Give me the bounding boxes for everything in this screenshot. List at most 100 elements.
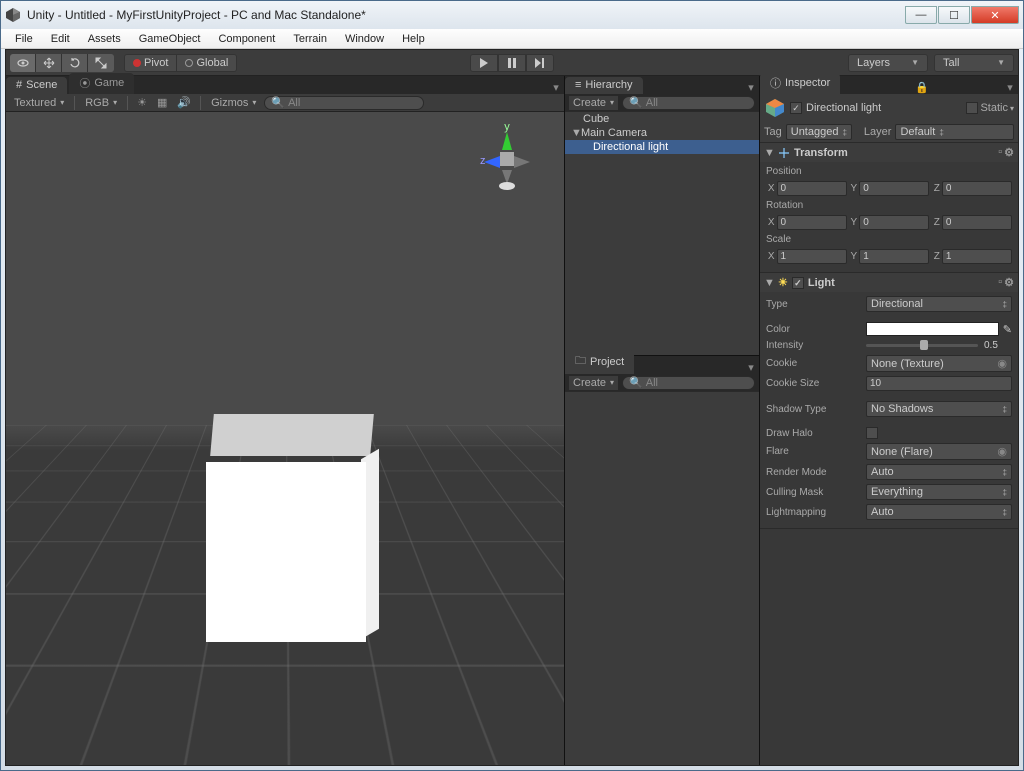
panel-menu-button[interactable]: ▾ bbox=[743, 361, 759, 374]
position-x-input[interactable] bbox=[777, 181, 847, 196]
layout-label: Tall bbox=[943, 57, 960, 69]
maximize-button[interactable]: ☐ bbox=[938, 6, 970, 24]
flare-field[interactable]: None (Flare)◉ bbox=[866, 443, 1012, 460]
move-tool[interactable] bbox=[36, 54, 62, 72]
foldout-icon[interactable]: ▼ bbox=[764, 277, 774, 289]
menu-terrain[interactable]: Terrain bbox=[285, 31, 335, 47]
panel-menu-button[interactable]: ▾ bbox=[743, 81, 759, 94]
pivot-toggle[interactable]: Pivot bbox=[124, 54, 177, 72]
shadow-type-value: No Shadows bbox=[871, 403, 933, 415]
tab-inspector[interactable]: ⓘInspector bbox=[760, 73, 840, 94]
tab-game[interactable]: ⦿Game bbox=[69, 73, 134, 94]
pause-button[interactable] bbox=[498, 54, 526, 72]
help-icon[interactable]: ▫ bbox=[998, 276, 1002, 289]
transform-header[interactable]: ▼ Transform ▫⚙ bbox=[760, 143, 1018, 162]
static-checkbox[interactable] bbox=[966, 102, 978, 114]
draw-halo-checkbox[interactable] bbox=[866, 427, 878, 439]
gear-icon[interactable]: ⚙ bbox=[1004, 146, 1014, 159]
light-type-dropdown[interactable]: Directional‡ bbox=[866, 296, 1012, 312]
hand-tool[interactable] bbox=[10, 54, 36, 72]
panel-menu-button[interactable]: ▾ bbox=[548, 81, 564, 94]
object-active-checkbox[interactable] bbox=[790, 102, 802, 114]
culling-mask-value: Everything bbox=[871, 486, 923, 498]
scale-tool[interactable] bbox=[88, 54, 114, 72]
global-toggle[interactable]: Global bbox=[177, 54, 237, 72]
tab-hierarchy[interactable]: ≡Hierarchy bbox=[565, 77, 643, 94]
eyedropper-icon[interactable]: ✎ bbox=[1003, 323, 1012, 336]
axis-z-icon bbox=[484, 156, 500, 168]
titlebar[interactable]: Unity - Untitled - MyFirstUnityProject -… bbox=[1, 1, 1023, 29]
object-name-field[interactable]: Directional light bbox=[806, 102, 962, 114]
tab-scene[interactable]: #Scene bbox=[6, 77, 67, 94]
light-type-value: Directional bbox=[871, 298, 923, 310]
panel-menu-button[interactable]: ▾ bbox=[1002, 81, 1018, 94]
layout-dropdown[interactable]: Tall▼ bbox=[934, 54, 1014, 72]
project-search[interactable]: 🔍All bbox=[622, 376, 755, 390]
position-z-input[interactable] bbox=[942, 181, 1012, 196]
cookie-size-input[interactable] bbox=[866, 376, 1012, 391]
menu-file[interactable]: File bbox=[7, 31, 41, 47]
rotation-y-input[interactable] bbox=[859, 215, 929, 230]
menu-window[interactable]: Window bbox=[337, 31, 392, 47]
intensity-value[interactable]: 0.5 bbox=[984, 340, 1012, 351]
hierarchy-create-dropdown[interactable]: Create▾ bbox=[569, 96, 618, 110]
render-mode-dropdown[interactable]: Auto‡ bbox=[866, 464, 1012, 480]
color-mode-dropdown[interactable]: RGB▾ bbox=[81, 96, 121, 110]
menu-component[interactable]: Component bbox=[210, 31, 283, 47]
tag-dropdown[interactable]: Untagged‡ bbox=[786, 124, 852, 140]
hierarchy-item-main-camera[interactable]: ▼Main Camera bbox=[565, 126, 759, 140]
play-button[interactable] bbox=[470, 54, 498, 72]
scene-search[interactable]: 🔍All bbox=[264, 96, 424, 110]
foldout-icon[interactable]: ▼ bbox=[571, 127, 581, 139]
object-picker-icon[interactable]: ◉ bbox=[997, 445, 1007, 458]
shadow-type-dropdown[interactable]: No Shadows‡ bbox=[866, 401, 1012, 417]
rotate-tool[interactable] bbox=[62, 54, 88, 72]
slider-thumb[interactable] bbox=[920, 340, 928, 350]
scene-lighting-toggle[interactable]: ☀ bbox=[134, 96, 150, 109]
layer-dropdown[interactable]: Default‡ bbox=[895, 124, 1014, 140]
hierarchy-search[interactable]: 🔍All bbox=[622, 96, 755, 110]
help-icon[interactable]: ▫ bbox=[998, 146, 1002, 159]
minimize-button[interactable]: — bbox=[905, 6, 937, 24]
static-dropdown-icon[interactable]: ▾ bbox=[1010, 104, 1014, 113]
rotation-x-input[interactable] bbox=[777, 215, 847, 230]
object-picker-icon[interactable]: ◉ bbox=[997, 357, 1007, 370]
project-create-dropdown[interactable]: Create▾ bbox=[569, 376, 618, 390]
close-button[interactable]: ✕ bbox=[971, 6, 1019, 24]
hierarchy-item-directional-light[interactable]: Directional light bbox=[565, 140, 759, 154]
gear-icon[interactable]: ⚙ bbox=[1004, 276, 1014, 289]
culling-mask-dropdown[interactable]: Everything‡ bbox=[866, 484, 1012, 500]
cookie-field[interactable]: None (Texture)◉ bbox=[866, 355, 1012, 372]
menu-help[interactable]: Help bbox=[394, 31, 433, 47]
light-enable-checkbox[interactable] bbox=[792, 277, 804, 289]
scene-viewport[interactable]: y z bbox=[6, 112, 564, 765]
tab-project[interactable]: 🗀Project bbox=[565, 350, 634, 374]
hierarchy-item-cube[interactable]: Cube bbox=[565, 112, 759, 126]
cube-mesh[interactable] bbox=[206, 412, 366, 642]
menu-edit[interactable]: Edit bbox=[43, 31, 78, 47]
search-icon: 🔍 bbox=[629, 96, 643, 109]
rotation-z-input[interactable] bbox=[942, 215, 1012, 230]
intensity-slider[interactable] bbox=[866, 344, 978, 347]
scale-y-input[interactable] bbox=[859, 249, 929, 264]
scale-x-input[interactable] bbox=[777, 249, 847, 264]
menubar: File Edit Assets GameObject Component Te… bbox=[1, 29, 1023, 49]
render-mode-dropdown[interactable]: Textured▾ bbox=[10, 96, 68, 110]
scene-fx-toggle[interactable]: ▦ bbox=[154, 96, 170, 109]
scale-z-input[interactable] bbox=[942, 249, 1012, 264]
layers-dropdown[interactable]: Layers▼ bbox=[848, 54, 928, 72]
menu-assets[interactable]: Assets bbox=[80, 31, 129, 47]
light-header[interactable]: ▼ ☀ Light ▫⚙ bbox=[760, 273, 1018, 292]
orientation-gizmo[interactable]: y z bbox=[472, 122, 542, 192]
gizmos-dropdown[interactable]: Gizmos▾ bbox=[207, 96, 260, 110]
menu-gameobject[interactable]: GameObject bbox=[131, 31, 209, 47]
light-color-swatch[interactable] bbox=[866, 322, 999, 336]
lightmapping-dropdown[interactable]: Auto‡ bbox=[866, 504, 1012, 520]
step-button[interactable] bbox=[526, 54, 554, 72]
scene-audio-toggle[interactable]: 🔊 bbox=[174, 96, 194, 109]
tab-project-label: Project bbox=[590, 356, 624, 368]
lock-button[interactable]: 🔒 bbox=[914, 81, 930, 94]
position-y-input[interactable] bbox=[859, 181, 929, 196]
z-label: Z bbox=[931, 217, 940, 228]
foldout-icon[interactable]: ▼ bbox=[764, 147, 774, 159]
